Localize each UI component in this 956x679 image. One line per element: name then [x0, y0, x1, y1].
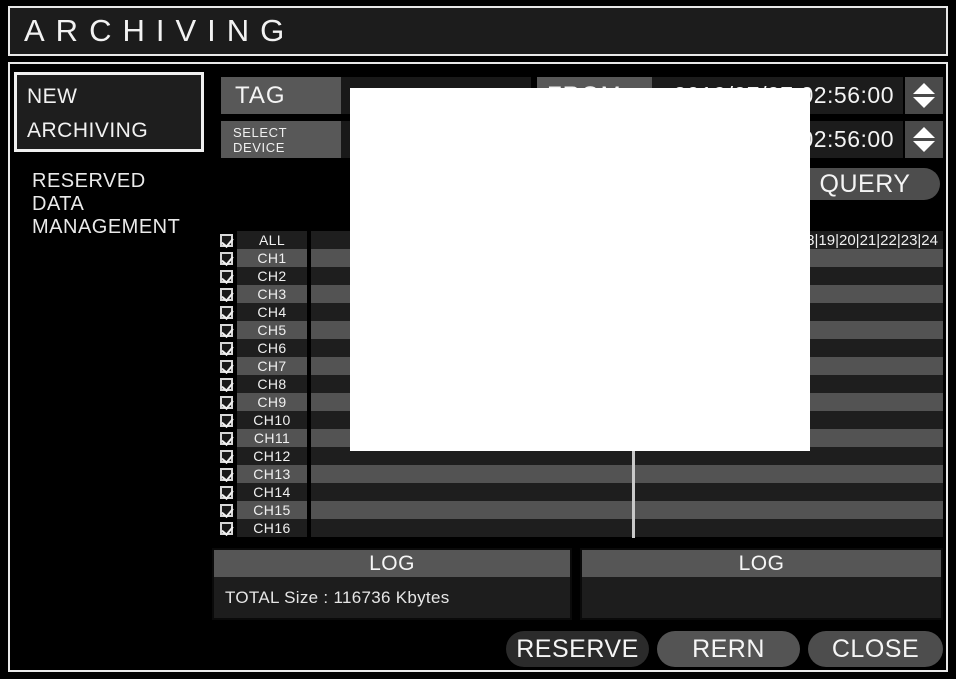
channel-checkbox[interactable]: [215, 267, 237, 285]
channel-label: CH10: [237, 411, 307, 429]
channel-row[interactable]: CH13: [215, 465, 943, 483]
channel-label: CH4: [237, 303, 307, 321]
channel-checkbox[interactable]: [215, 303, 237, 321]
chevron-down-icon[interactable]: [913, 97, 935, 108]
to-datetime-stepper[interactable]: [905, 121, 943, 158]
channel-label: CH8: [237, 375, 307, 393]
checkbox-checked-icon[interactable]: [219, 521, 233, 535]
log-right-body[interactable]: [582, 577, 941, 618]
channel-label: CH6: [237, 339, 307, 357]
channel-checkbox[interactable]: [215, 483, 237, 501]
channel-checkbox[interactable]: [215, 249, 237, 267]
checkbox-checked-icon[interactable]: [219, 485, 233, 499]
channel-row[interactable]: CH16: [215, 519, 943, 537]
channel-label: CH3: [237, 285, 307, 303]
checkbox-checked-icon[interactable]: [219, 323, 233, 337]
channel-checkbox[interactable]: [215, 447, 237, 465]
query-button[interactable]: QUERY: [790, 168, 940, 200]
channel-checkbox[interactable]: [215, 393, 237, 411]
sidebar: NEW ARCHIVING RESERVED DATA MANAGEMENT: [14, 72, 210, 252]
channel-timeline-track[interactable]: [311, 519, 943, 537]
channel-label: CH11: [237, 429, 307, 447]
checkbox-checked-icon[interactable]: [219, 467, 233, 481]
checkbox-checked-icon[interactable]: [219, 359, 233, 373]
sidebar-item-new-archiving-line2: ARCHIVING: [27, 119, 149, 142]
channel-checkbox[interactable]: [215, 321, 237, 339]
sidebar-item-new-archiving[interactable]: NEW ARCHIVING: [14, 72, 204, 152]
chevron-up-icon[interactable]: [913, 83, 935, 94]
channel-label: CH9: [237, 393, 307, 411]
checkbox-checked-icon[interactable]: [219, 341, 233, 355]
channel-checkbox[interactable]: [215, 465, 237, 483]
checkbox-checked-icon[interactable]: [219, 377, 233, 391]
channel-checkbox[interactable]: [215, 519, 237, 537]
sidebar-item-reserved-line2: DATA: [32, 193, 85, 215]
reserve-button[interactable]: RESERVE: [506, 631, 649, 667]
channel-label: CH14: [237, 483, 307, 501]
chevron-up-icon[interactable]: [913, 127, 935, 138]
channel-checkbox[interactable]: [215, 285, 237, 303]
sidebar-item-new-archiving-line1: NEW: [27, 85, 78, 108]
sidebar-item-reserved-line3: MANAGEMENT: [32, 216, 181, 238]
checkbox-checked-icon[interactable]: [219, 251, 233, 265]
checkbox-checked-icon[interactable]: [219, 233, 233, 247]
sidebar-item-reserved-data-management[interactable]: RESERVED DATA MANAGEMENT: [14, 170, 210, 239]
channel-timeline-track[interactable]: [311, 465, 943, 483]
channel-label: CH15: [237, 501, 307, 519]
sidebar-item-reserved-line1: RESERVED: [32, 170, 146, 192]
channel-label-all: ALL: [237, 231, 307, 249]
log-left-body[interactable]: TOTAL Size : 116736 Kbytes: [214, 577, 570, 618]
checkbox-checked-icon[interactable]: [219, 431, 233, 445]
channel-row[interactable]: CH14: [215, 483, 943, 501]
log-panel-right: LOG: [580, 548, 943, 620]
channel-label: CH5: [237, 321, 307, 339]
chevron-down-icon[interactable]: [913, 141, 935, 152]
checkbox-checked-icon[interactable]: [219, 503, 233, 517]
archiving-window: ARCHIVING NEW ARCHIVING RESERVED DATA MA…: [0, 0, 956, 679]
channel-label: CH16: [237, 519, 307, 537]
close-button[interactable]: CLOSE: [808, 631, 943, 667]
log-left-header: LOG: [214, 550, 570, 577]
rern-button[interactable]: RERN: [657, 631, 800, 667]
checkbox-checked-icon[interactable]: [219, 449, 233, 463]
window-titlebar: ARCHIVING: [8, 6, 948, 56]
channel-checkbox[interactable]: [215, 411, 237, 429]
channel-timeline-track[interactable]: [311, 483, 943, 501]
tag-button[interactable]: TAG: [221, 77, 341, 114]
white-overlay-panel: [350, 88, 810, 451]
checkbox-checked-icon[interactable]: [219, 413, 233, 427]
channel-timeline-track[interactable]: [311, 501, 943, 519]
log-right-header: LOG: [582, 550, 941, 577]
channel-checkbox[interactable]: [215, 357, 237, 375]
channel-checkbox[interactable]: [215, 339, 237, 357]
checkbox-checked-icon[interactable]: [219, 287, 233, 301]
channel-label: CH7: [237, 357, 307, 375]
select-all-checkbox[interactable]: [215, 231, 237, 249]
checkbox-checked-icon[interactable]: [219, 269, 233, 283]
channel-label: CH1: [237, 249, 307, 267]
action-button-row: RESERVE RERN CLOSE: [506, 631, 943, 667]
log-panel-left: LOG TOTAL Size : 116736 Kbytes: [212, 548, 572, 620]
select-device-button[interactable]: SELECT DEVICE: [221, 121, 341, 158]
channel-checkbox[interactable]: [215, 429, 237, 447]
channel-checkbox[interactable]: [215, 501, 237, 519]
checkbox-checked-icon[interactable]: [219, 305, 233, 319]
page-title: ARCHIVING: [24, 13, 296, 48]
from-datetime-stepper[interactable]: [905, 77, 943, 114]
channel-label: CH12: [237, 447, 307, 465]
channel-checkbox[interactable]: [215, 375, 237, 393]
channel-label: CH13: [237, 465, 307, 483]
channel-label: CH2: [237, 267, 307, 285]
checkbox-checked-icon[interactable]: [219, 395, 233, 409]
channel-row[interactable]: CH15: [215, 501, 943, 519]
